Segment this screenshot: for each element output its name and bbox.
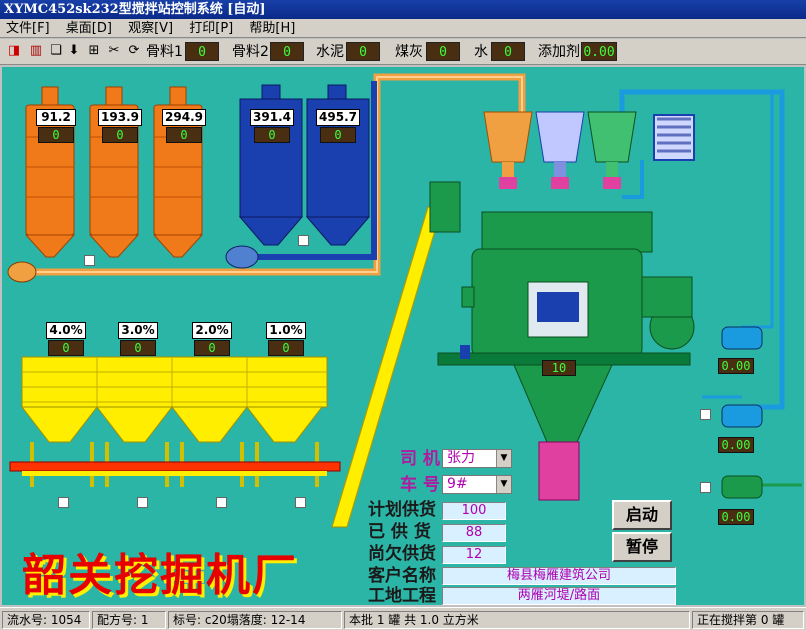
silo-checkbox[interactable] bbox=[84, 255, 95, 266]
status-mixing: 正在搅拌第 0 罐 bbox=[692, 611, 804, 629]
water-pump-1 bbox=[721, 326, 763, 350]
pump-value-1: 0.00 bbox=[718, 358, 754, 374]
bin-moisture-4: 1.0% bbox=[266, 322, 306, 339]
bin-checkbox-1[interactable] bbox=[58, 497, 69, 508]
bin-checkbox-4[interactable] bbox=[295, 497, 306, 508]
water-pipe-inner bbox=[742, 92, 774, 329]
menu-view[interactable]: 观察[V] bbox=[122, 19, 179, 38]
toolbar-value-aggregate1: 0 bbox=[185, 42, 219, 61]
water-pump-2 bbox=[721, 404, 763, 428]
status-recipe: 配方号: 1 bbox=[92, 611, 166, 629]
toolbar: ◨ ▥ ❏ ⬇ ⊞ ✂ ⟳ 骨料1 0 骨料2 0 水泥 0 煤灰 0 水 0 … bbox=[0, 39, 806, 65]
toolbar-value-aggregate2: 0 bbox=[270, 42, 304, 61]
window-title: XYMC452sk232型搅拌站控制系统 [自动] bbox=[0, 0, 806, 19]
status-batch: 本批 1 罐 共 1.0 立方米 bbox=[344, 611, 690, 629]
bin-checkbox-2[interactable] bbox=[137, 497, 148, 508]
status-serial: 流水号: 1054 bbox=[2, 611, 90, 629]
toolbar-label-aggregate2: 骨料2 bbox=[232, 44, 269, 60]
company-title: 韶关挖掘机厂 bbox=[22, 550, 298, 601]
toolbar-value-flyash: 0 bbox=[426, 42, 460, 61]
cement-checkbox[interactable] bbox=[298, 235, 309, 246]
owed-field[interactable]: 12 bbox=[442, 546, 506, 564]
refresh-icon[interactable]: ⟳ bbox=[126, 43, 142, 59]
silo-value-3: 0 bbox=[166, 127, 202, 143]
silo-weight-2: 193.9 bbox=[98, 109, 142, 126]
settings-icon[interactable]: ⊞ bbox=[86, 43, 102, 59]
silo-value-2: 0 bbox=[102, 127, 138, 143]
toolbar-label-aggregate1: 骨料1 bbox=[146, 44, 183, 60]
owed-label: 尚欠供货 bbox=[368, 544, 436, 564]
silo-weight-1: 91.2 bbox=[36, 109, 76, 126]
screw-motor bbox=[225, 245, 259, 269]
bin-moisture-3: 2.0% bbox=[192, 322, 232, 339]
status-grade: 标号: c20塌落度: 12-14 bbox=[168, 611, 342, 629]
cement-silo-value-1: 0 bbox=[254, 127, 290, 143]
driver-value: 张力 bbox=[447, 450, 475, 466]
toolbar-label-additive: 添加剂 bbox=[538, 44, 580, 60]
tools-icon[interactable]: ✂ bbox=[106, 43, 122, 59]
truck-value: 9# bbox=[447, 476, 468, 492]
menu-help[interactable]: 帮助[H] bbox=[243, 19, 301, 38]
start-button[interactable]: 启动 bbox=[612, 500, 672, 530]
customer-field[interactable]: 梅县梅雁建筑公司 bbox=[442, 567, 676, 585]
silo-weight-3: 294.9 bbox=[162, 109, 206, 126]
water-tank bbox=[653, 114, 695, 161]
mixer-value: 10 bbox=[542, 360, 576, 376]
additive-pump bbox=[721, 475, 763, 499]
toolbar-label-flyash: 煤灰 bbox=[395, 44, 423, 60]
cement-silo-weight-1: 391.4 bbox=[250, 109, 294, 126]
bin-value-1: 0 bbox=[48, 340, 84, 356]
bin-value-2: 0 bbox=[120, 340, 156, 356]
toolbar-label-cement: 水泥 bbox=[316, 44, 344, 60]
supplied-field[interactable]: 88 bbox=[442, 524, 506, 542]
planned-label: 计划供货 bbox=[368, 500, 436, 520]
chevron-down-icon[interactable]: ▼ bbox=[496, 476, 511, 493]
open-icon[interactable]: ◨ bbox=[6, 43, 22, 59]
bin-value-4: 0 bbox=[268, 340, 304, 356]
site-field[interactable]: 两雁河堤/路面 bbox=[442, 587, 676, 605]
discharge-chute bbox=[538, 441, 580, 501]
customer-label: 客户名称 bbox=[368, 566, 436, 586]
pump-value-3: 0.00 bbox=[718, 509, 754, 525]
download-arrow-icon[interactable]: ⬇ bbox=[66, 43, 82, 59]
chevron-down-icon[interactable]: ▼ bbox=[496, 450, 511, 467]
status-bar: 流水号: 1054 配方号: 1 标号: c20塌落度: 12-14 本批 1 … bbox=[0, 607, 806, 630]
toolbar-label-water: 水 bbox=[474, 44, 488, 60]
silo-value-1: 0 bbox=[38, 127, 74, 143]
aggregate-bins bbox=[9, 356, 341, 487]
bin-moisture-2: 3.0% bbox=[118, 322, 158, 339]
truck-select[interactable]: 9# ▼ bbox=[442, 475, 512, 494]
pump-checkbox-3[interactable] bbox=[700, 482, 711, 493]
cement-silo-weight-2: 495.7 bbox=[316, 109, 360, 126]
book-icon[interactable]: ❏ bbox=[48, 43, 64, 59]
pump-value-2: 0.00 bbox=[718, 437, 754, 453]
menu-bar: 文件[F] 桌面[D] 观察[V] 打印[P] 帮助[H] bbox=[0, 19, 806, 38]
truck-label: 车 号 bbox=[400, 475, 440, 495]
bin-checkbox-3[interactable] bbox=[216, 497, 227, 508]
supplied-label: 已 供 货 bbox=[368, 522, 431, 542]
weigh-hoppers bbox=[483, 111, 637, 189]
toolbar-value-additive: 0.00 bbox=[581, 42, 617, 61]
planned-field[interactable]: 100 bbox=[442, 502, 506, 520]
menu-print[interactable]: 打印[P] bbox=[183, 19, 239, 38]
chart-icon[interactable]: ▥ bbox=[28, 43, 44, 59]
transfer-hopper bbox=[429, 181, 461, 233]
pump-checkbox-2[interactable] bbox=[700, 409, 711, 420]
discharge-hopper bbox=[513, 364, 613, 443]
menu-file[interactable]: 文件[F] bbox=[0, 19, 56, 38]
water-feed bbox=[622, 160, 644, 199]
cement-silo-value-2: 0 bbox=[320, 127, 356, 143]
bin-moisture-1: 4.0% bbox=[46, 322, 86, 339]
site-label: 工地工程 bbox=[368, 586, 436, 605]
toolbar-value-cement: 0 bbox=[346, 42, 380, 61]
pause-button[interactable]: 暂停 bbox=[612, 532, 672, 562]
menu-desktop[interactable]: 桌面[D] bbox=[60, 19, 118, 38]
mixer bbox=[437, 211, 695, 366]
toolbar-value-water: 0 bbox=[491, 42, 525, 61]
driver-select[interactable]: 张力 ▼ bbox=[442, 449, 512, 468]
process-diagram: 91.2 0 193.9 0 294.9 0 391.4 0 495.7 0 4… bbox=[2, 67, 804, 605]
belt-motor bbox=[7, 261, 37, 283]
bin-value-3: 0 bbox=[194, 340, 230, 356]
driver-label: 司 机 bbox=[400, 449, 440, 469]
